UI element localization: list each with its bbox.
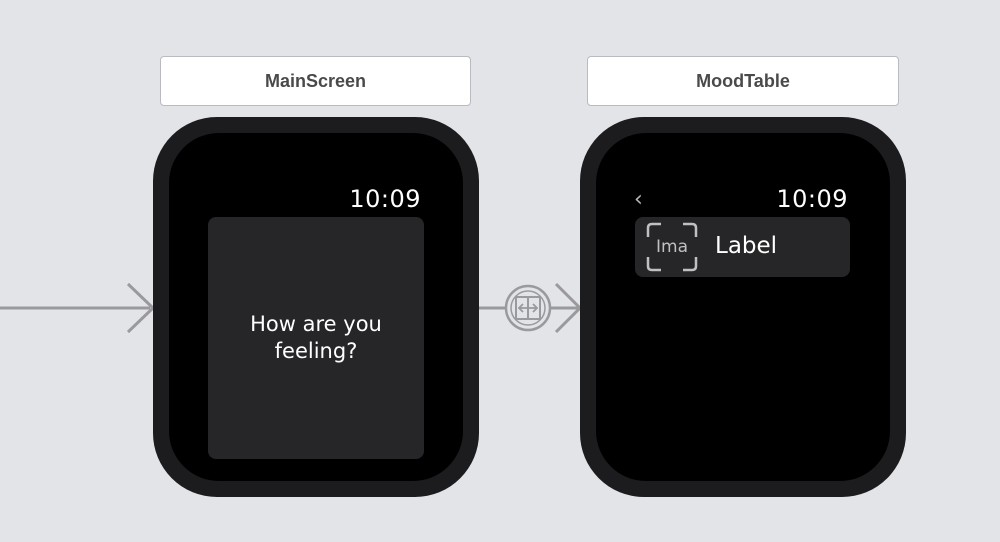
row-label[interactable]: Label <box>715 233 777 259</box>
greeting-label[interactable]: How are you feeling? <box>241 311 391 365</box>
segue-connection[interactable] <box>478 282 583 334</box>
watch-frame-mainscreen[interactable]: 10:09 How are you feeling? <box>153 117 479 497</box>
relationship-segue-icon[interactable] <box>504 284 552 332</box>
greeting-group[interactable]: How are you feeling? <box>208 217 424 459</box>
watch-screen-moodtable[interactable]: ‹ 10:09 Ima Label <box>596 133 890 481</box>
table-row[interactable]: Ima Label <box>635 217 850 277</box>
scene-title-mainscreen[interactable]: MainScreen <box>160 56 471 106</box>
watch-frame-moodtable[interactable]: ‹ 10:09 Ima Label <box>580 117 906 497</box>
status-time: 10:09 <box>776 185 848 213</box>
image-placeholder[interactable]: Ima <box>645 221 699 273</box>
image-placeholder-text: Ima <box>656 237 688 257</box>
scene-title-moodtable[interactable]: MoodTable <box>587 56 899 106</box>
chevron-left-icon[interactable]: ‹ <box>634 187 643 212</box>
watch-screen-mainscreen[interactable]: 10:09 How are you feeling? <box>169 133 463 481</box>
initial-view-controller-arrow[interactable] <box>0 282 156 334</box>
status-time: 10:09 <box>349 185 421 213</box>
